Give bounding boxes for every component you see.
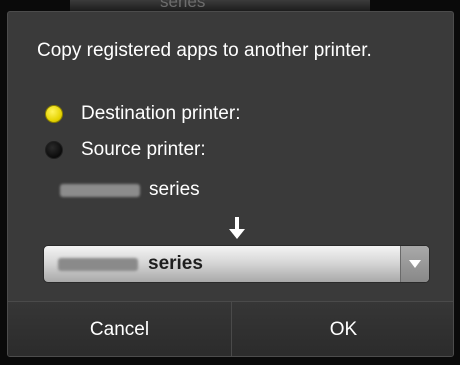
chevron-down-icon [409,260,421,268]
source-printer-option[interactable]: Source printer: [45,139,206,161]
radio-unselected-icon[interactable] [45,141,63,159]
cancel-button[interactable]: Cancel [8,302,232,356]
dialog-message: Copy registered apps to another printer. [37,40,372,61]
select-value-suffix: series [148,253,203,274]
destination-printer-option[interactable]: Destination printer: [45,103,240,125]
destination-printer-select[interactable]: series [43,245,430,283]
dropdown-toggle[interactable] [400,246,429,282]
select-current-value: series [58,246,203,282]
source-model-suffix: series [149,179,200,200]
ok-button[interactable]: OK [232,302,453,356]
redacted-model-name [60,183,140,197]
source-printer-label: Source printer: [81,139,206,160]
source-printer-model: series [60,179,200,201]
destination-printer-label: Destination printer: [81,103,241,124]
dialog-button-bar: Cancel OK [8,301,453,356]
copy-apps-dialog: Copy registered apps to another printer.… [7,11,454,357]
arrow-down-icon [229,217,245,239]
redacted-model-name [58,257,138,271]
radio-selected-icon[interactable] [45,105,63,123]
